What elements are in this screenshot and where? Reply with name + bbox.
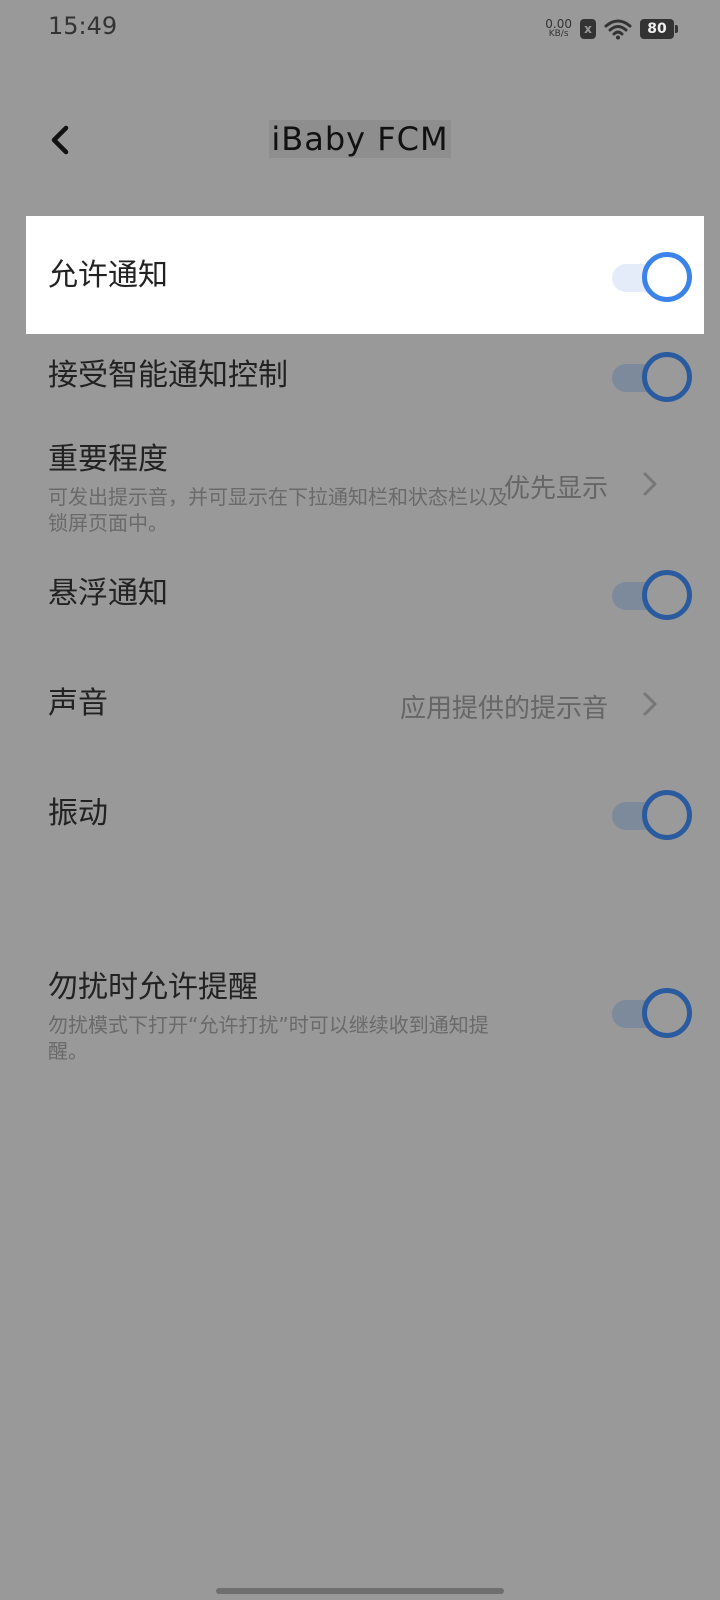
toggle-knob — [642, 570, 692, 620]
setting-importance[interactable]: 重要程度 可发出提示音，并可显示在下拉通知栏和状态栏以及锁屏页面中。 优先显示 — [48, 434, 672, 544]
page-title: iBaby FCM — [0, 120, 720, 158]
battery-level: 80 — [647, 21, 667, 37]
setting-floating-notifications[interactable]: 悬浮通知 — [48, 566, 692, 622]
page-title-text: iBaby FCM — [269, 120, 451, 158]
status-icons: 0.00 KB/s x 80 — [545, 14, 678, 44]
smart-notification-control-toggle[interactable] — [610, 352, 692, 402]
home-indicator[interactable] — [216, 1588, 504, 1594]
setting-sound[interactable]: 声音 应用提供的提示音 — [48, 676, 672, 732]
setting-smart-notification-control[interactable]: 接受智能通知控制 — [48, 348, 692, 404]
setting-description: 可发出提示音，并可显示在下拉通知栏和状态栏以及锁屏页面中。 — [48, 485, 508, 535]
network-speed-unit: KB/s — [548, 29, 569, 39]
setting-label: 允许通知 — [48, 258, 168, 293]
network-speed-value: 0.00 — [545, 17, 572, 31]
dnd-allow-reminders-toggle[interactable] — [610, 988, 692, 1038]
setting-label: 振动 — [48, 796, 108, 831]
battery-icon: 80 — [640, 19, 678, 39]
status-bar: 15:49 0.00 KB/s x 80 — [0, 0, 720, 56]
setting-label: 悬浮通知 — [48, 576, 168, 611]
wifi-icon — [604, 19, 632, 40]
floating-notifications-toggle[interactable] — [610, 570, 692, 620]
importance-value: 优先显示 — [503, 474, 608, 504]
setting-description: 勿扰模式下打开“允许打扰”时可以继续收到通知提醒。 — [48, 1013, 489, 1063]
setting-dnd-allow-reminders[interactable]: 勿扰时允许提醒 勿扰模式下打开“允许打扰”时可以继续收到通知提醒。 — [48, 962, 692, 1072]
chevron-right-icon — [643, 692, 657, 716]
setting-vibration[interactable]: 振动 — [48, 786, 692, 842]
vibration-toggle[interactable] — [610, 790, 692, 840]
network-speed: 0.00 KB/s — [545, 17, 572, 39]
chevron-right-icon — [643, 472, 657, 496]
header: iBaby FCM — [0, 100, 720, 180]
toggle-knob — [642, 790, 692, 840]
sound-value: 应用提供的提示音 — [399, 694, 608, 724]
setting-allow-notifications[interactable]: 允许通知 — [48, 248, 692, 304]
toggle-knob — [642, 988, 692, 1038]
allow-notifications-toggle[interactable] — [610, 252, 692, 302]
status-time: 15:49 — [48, 12, 118, 40]
toggle-knob — [642, 252, 692, 302]
no-sim-icon: x — [580, 19, 596, 39]
setting-label: 接受智能通知控制 — [48, 358, 288, 393]
setting-label: 勿扰时允许提醒 — [48, 970, 258, 1005]
toggle-knob — [642, 352, 692, 402]
